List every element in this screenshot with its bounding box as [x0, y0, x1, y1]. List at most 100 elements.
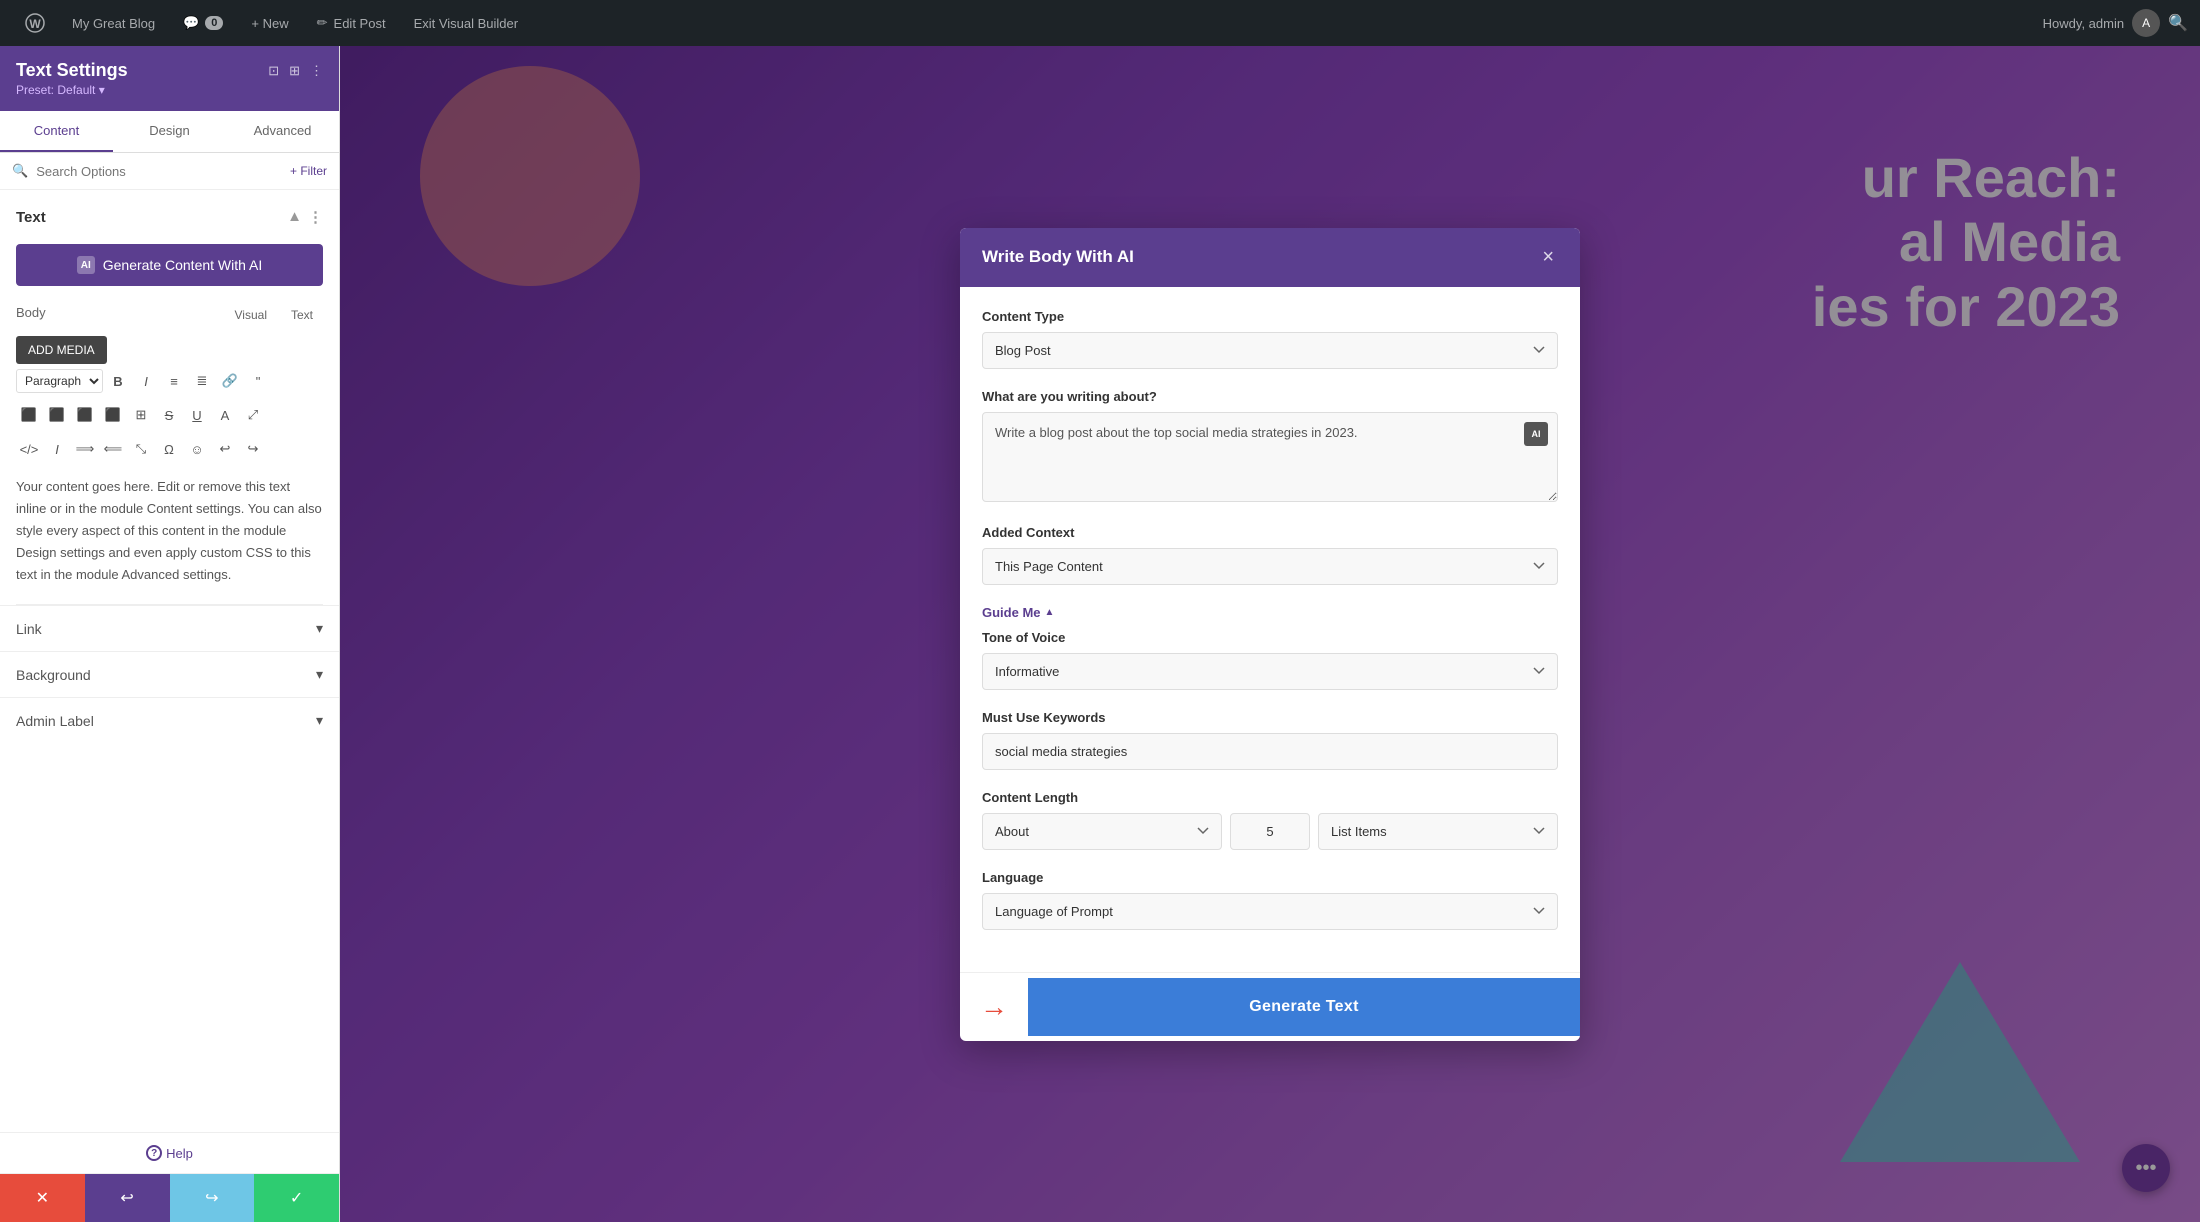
language-label: Language: [982, 870, 1558, 885]
chevron-up-icon[interactable]: ▲: [287, 208, 302, 226]
align-justify-button[interactable]: ⬛: [100, 402, 126, 428]
content-length-row: About Exactly At Least At Most List Item…: [982, 813, 1558, 850]
paragraph-select[interactable]: Paragraph: [16, 369, 103, 393]
underline-button[interactable]: U: [184, 402, 210, 428]
italic2-button[interactable]: I: [44, 436, 70, 462]
undo-button[interactable]: ↩: [85, 1174, 170, 1222]
edit-post-item[interactable]: ✏ Edit Post: [303, 0, 400, 46]
preset-label[interactable]: Preset: Default ▾: [16, 83, 323, 97]
align-left-button[interactable]: ⬛: [16, 402, 42, 428]
search-icon-sidebar: 🔍: [12, 163, 28, 179]
comments-badge: 0: [205, 16, 223, 30]
undo-editor-button[interactable]: ↩: [212, 436, 238, 462]
textarea-ai-icon: AI: [1524, 422, 1548, 446]
body-section: Body Visual Text ADD MEDIA Paragraph B I: [0, 294, 339, 604]
tab-visual[interactable]: Visual: [225, 302, 277, 328]
wp-logo-icon[interactable]: W: [12, 0, 58, 46]
admin-label-section[interactable]: Admin Label ▾: [0, 697, 339, 743]
exit-builder-label: Exit Visual Builder: [414, 16, 519, 31]
search-icon[interactable]: 🔍: [2168, 13, 2188, 33]
text-section-controls: ▲ ⋮: [287, 208, 323, 226]
arrow-indicator: →: [960, 973, 1028, 1041]
admin-label-chevron-icon: ▾: [316, 712, 323, 729]
link-button[interactable]: 🔗: [217, 368, 243, 394]
align-right-button[interactable]: ⬛: [72, 402, 98, 428]
text-section-header: Text ▲ ⋮: [0, 198, 339, 236]
filter-button[interactable]: + Filter: [290, 164, 327, 178]
content-type-label: Content Type: [982, 309, 1558, 324]
unordered-list-button[interactable]: ≡: [161, 368, 187, 394]
link-section[interactable]: Link ▾: [0, 605, 339, 651]
tab-advanced[interactable]: Advanced: [226, 111, 339, 152]
redo-button[interactable]: ↪: [170, 1174, 255, 1222]
strikethrough-button[interactable]: S: [156, 402, 182, 428]
cancel-button[interactable]: ✕: [0, 1174, 85, 1222]
added-context-select[interactable]: This Page Content No Context Custom: [982, 548, 1558, 585]
content-length-type-select[interactable]: List Items Paragraphs Sentences Words: [1318, 813, 1558, 850]
text-color-button[interactable]: A: [212, 402, 238, 428]
save-button[interactable]: ✓: [254, 1174, 339, 1222]
bold-button[interactable]: B: [105, 368, 131, 394]
generate-content-button[interactable]: AI Generate Content With AI: [16, 244, 323, 286]
help-link[interactable]: ? Help: [146, 1145, 193, 1161]
redo-editor-button[interactable]: ↪: [240, 436, 266, 462]
writing-about-wrapper: Write a blog post about the top social m…: [982, 412, 1558, 505]
content-length-number-input[interactable]: [1230, 813, 1310, 850]
tab-text[interactable]: Text: [281, 302, 323, 328]
toolbar-row-3: </> I ⟹ ⟸ ⤡ Ω ☺ ↩ ↪: [16, 432, 323, 466]
modal-close-button[interactable]: ×: [1538, 246, 1558, 269]
outdent-button[interactable]: ⟸: [100, 436, 126, 462]
content-type-group: Content Type Blog Post Article Social Me…: [982, 309, 1558, 369]
sidebar-icon-2[interactable]: ⊞: [289, 63, 300, 79]
special-char-button[interactable]: Ω: [156, 436, 182, 462]
content-length-about-select[interactable]: About Exactly At Least At Most: [982, 813, 1222, 850]
search-input[interactable]: [36, 164, 282, 179]
background-section[interactable]: Background ▾: [0, 651, 339, 697]
bar-right: Howdy, admin A 🔍: [2043, 9, 2188, 37]
blockquote-button[interactable]: ": [245, 368, 271, 394]
wp-admin-bar: W My Great Blog 💬 0 + New ✏ Edit Post Ex…: [0, 0, 2200, 46]
tab-content[interactable]: Content: [0, 111, 113, 152]
modal-overlay: Write Body With AI × Content Type Blog P…: [340, 46, 2200, 1222]
link-section-label: Link: [16, 621, 42, 637]
sidebar-footer: ? Help: [0, 1132, 339, 1173]
sidebar-title: Text Settings: [16, 60, 128, 81]
exit-builder-item[interactable]: Exit Visual Builder: [400, 0, 533, 46]
keywords-group: Must Use Keywords: [982, 710, 1558, 770]
generate-text-label: Generate Text: [1249, 998, 1358, 1015]
italic-button[interactable]: I: [133, 368, 159, 394]
canvas-area: ur Reach: al Media ies for 2023 ••• Writ…: [340, 46, 2200, 1222]
ordered-list-button[interactable]: ≣: [189, 368, 215, 394]
comment-icon: 💬: [183, 15, 199, 31]
source-button[interactable]: </>: [16, 436, 42, 462]
comments-item[interactable]: 💬 0: [169, 0, 237, 46]
guide-me-link[interactable]: Guide Me ▲: [982, 605, 1054, 620]
blog-name-item[interactable]: My Great Blog: [58, 0, 169, 46]
sidebar-header: Text Settings ⊡ ⊞ ⋮ Preset: Default ▾: [0, 46, 339, 111]
sidebar-icon-1[interactable]: ⊡: [268, 63, 279, 79]
language-group: Language Language of Prompt English Span…: [982, 870, 1558, 930]
section-more-icon[interactable]: ⋮: [308, 208, 323, 226]
language-select[interactable]: Language of Prompt English Spanish Frenc…: [982, 893, 1558, 930]
edit-post-label: Edit Post: [334, 16, 386, 31]
writing-about-group: What are you writing about? Write a blog…: [982, 389, 1558, 505]
keywords-input[interactable]: [982, 733, 1558, 770]
align-center-button[interactable]: ⬛: [44, 402, 70, 428]
writing-about-textarea[interactable]: Write a blog post about the top social m…: [982, 412, 1558, 502]
new-item[interactable]: + New: [237, 0, 302, 46]
generate-text-button[interactable]: Generate Text: [1028, 978, 1580, 1036]
emoji-button[interactable]: ☺: [184, 436, 210, 462]
expand-button[interactable]: ⤢: [240, 402, 266, 428]
background-chevron-icon: ▾: [316, 666, 323, 683]
sidebar-more-icon[interactable]: ⋮: [310, 63, 323, 79]
content-type-select[interactable]: Blog Post Article Social Media Post Emai…: [982, 332, 1558, 369]
tab-design[interactable]: Design: [113, 111, 226, 152]
toolbar-row-2: ⬛ ⬛ ⬛ ⬛ ⊞ S U A ⤢: [16, 398, 323, 432]
indent-button[interactable]: ⟹: [72, 436, 98, 462]
tone-of-voice-select[interactable]: Informative Casual Professional Friendly…: [982, 653, 1558, 690]
table-button[interactable]: ⊞: [128, 402, 154, 428]
fullscreen-button[interactable]: ⤡: [128, 436, 154, 462]
modal-header: Write Body With AI ×: [960, 228, 1580, 287]
link-chevron-icon: ▾: [316, 620, 323, 637]
add-media-button[interactable]: ADD MEDIA: [16, 336, 107, 364]
